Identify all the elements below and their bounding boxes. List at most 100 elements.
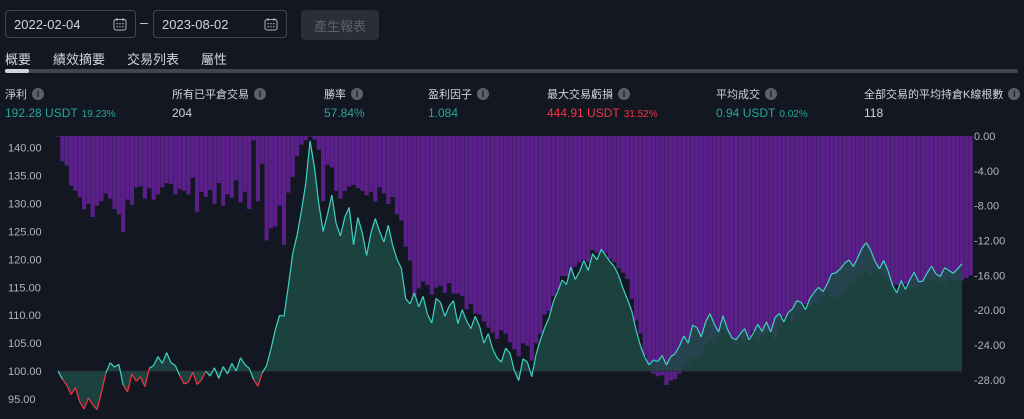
drawdown-bar xyxy=(281,136,287,245)
stat-label: 勝率 xyxy=(324,89,346,101)
drawdown-bar xyxy=(421,136,426,282)
drawdown-bar xyxy=(251,136,256,141)
drawdown-bar xyxy=(755,136,760,342)
drawdown-bar xyxy=(733,136,739,347)
drawdown-bar xyxy=(155,136,161,195)
drawdown-bar xyxy=(73,136,78,191)
drawdown-bar xyxy=(729,136,734,339)
drawdown-bar xyxy=(547,136,552,312)
drawdown-bar xyxy=(951,136,956,281)
drawdown-bar xyxy=(195,136,200,212)
drawdown-bar xyxy=(55,136,61,137)
info-icon[interactable]: i xyxy=(1008,88,1021,100)
drawdown-bar xyxy=(499,136,504,331)
stat-avg-bars-in-trade: 全部交易的平均持倉K線根數 i 118 xyxy=(864,86,1021,120)
drawdown-bar xyxy=(138,136,143,187)
drawdown-bar xyxy=(221,136,226,206)
drawdown-bar xyxy=(177,136,182,190)
drawdown-bar xyxy=(173,136,178,195)
calendar-icon[interactable] xyxy=(113,17,127,31)
drawdown-bar xyxy=(703,136,708,346)
stat-average-trade: 平均成交 i 0.94 USDT 0.02% xyxy=(716,86,808,120)
drawdown-bar xyxy=(481,136,486,322)
right-tick-label: 0.00 xyxy=(974,131,995,143)
info-icon[interactable]: i xyxy=(477,88,489,100)
drawdown-bar xyxy=(894,136,899,285)
info-icon[interactable]: i xyxy=(32,88,44,100)
drawdown-bar xyxy=(381,136,387,194)
right-tick-label: -8.00 xyxy=(974,201,999,213)
calendar-icon[interactable] xyxy=(264,17,278,31)
drawdown-bar xyxy=(112,136,117,210)
drawdown-bar xyxy=(260,136,265,164)
drawdown-bar xyxy=(916,136,921,287)
drawdown-bar xyxy=(394,136,400,215)
drawdown-bar xyxy=(351,136,356,185)
drawdown-bar xyxy=(707,136,712,340)
drawdown-bar xyxy=(555,136,560,291)
left-tick-label: 120.00 xyxy=(8,254,42,266)
drawdown-bar xyxy=(290,136,295,177)
stat-percent: 0.02% xyxy=(779,109,808,120)
drawdown-bar xyxy=(760,136,765,338)
stat-label: 所有已平倉交易 xyxy=(172,89,249,101)
drawdown-bar xyxy=(503,136,508,334)
drawdown-bar xyxy=(781,136,786,318)
drawdown-bar xyxy=(886,136,891,282)
drawdown-bar xyxy=(68,136,74,186)
end-date-field[interactable]: 2023-08-02 xyxy=(153,10,287,38)
drawdown-bar xyxy=(777,136,782,327)
stat-label: 盈利因子 xyxy=(428,89,472,101)
drawdown-bar xyxy=(603,136,608,253)
info-icon[interactable]: i xyxy=(618,88,630,100)
drawdown-bar xyxy=(786,136,791,317)
drawdown-bar xyxy=(355,136,360,189)
tab-scroll-track[interactable] xyxy=(5,69,1018,73)
drawdown-bar xyxy=(234,136,239,181)
drawdown-bar xyxy=(190,136,195,178)
drawdown-bar xyxy=(294,136,300,157)
tab-bar: 概要 績效摘要 交易列表 屬性 xyxy=(5,49,249,68)
drawdown-bar xyxy=(964,136,969,278)
left-tick-label: 125.00 xyxy=(8,226,42,238)
drawdown-bar xyxy=(720,136,726,331)
drawdown-bar xyxy=(451,136,456,294)
start-date-field[interactable]: 2022-02-04 xyxy=(5,10,136,38)
drawdown-bar xyxy=(942,136,947,284)
drawdown-bar xyxy=(516,136,521,357)
tab-properties[interactable]: 屬性 xyxy=(201,49,227,68)
stat-win-rate: 勝率 i 57.84% xyxy=(324,86,365,120)
drawdown-bar xyxy=(77,136,82,197)
info-icon[interactable]: i xyxy=(351,88,363,100)
drawdown-bar xyxy=(108,136,113,199)
drawdown-bar xyxy=(368,136,373,192)
equity-drawdown-chart[interactable]: 95.00 100.00 105.00 110.00 115.00 120.00 125.0… xyxy=(0,130,1024,419)
drawdown-bar xyxy=(425,136,430,285)
right-tick-label: -4.00 xyxy=(974,166,999,178)
drawdown-bar xyxy=(416,136,421,289)
info-icon[interactable]: i xyxy=(254,88,266,100)
left-axis: 95.00 100.00 105.00 110.00 115.00 120.00 125.0… xyxy=(8,143,42,406)
drawdown-bar xyxy=(542,136,547,315)
drawdown-bar xyxy=(507,136,513,343)
drawdown-bar xyxy=(168,136,174,184)
equity-line-segment xyxy=(918,280,923,283)
generate-report-button[interactable]: 產生報表 xyxy=(301,10,379,40)
drawdown-bar xyxy=(768,136,773,331)
drawdown-bar xyxy=(873,136,878,269)
drawdown-bar xyxy=(264,136,269,241)
drawdown-bar xyxy=(64,136,69,166)
tab-performance-summary[interactable]: 績效摘要 xyxy=(53,49,105,68)
drawdown-bar xyxy=(551,136,556,297)
drawdown-bar xyxy=(229,136,234,198)
drawdown-bar xyxy=(242,136,247,192)
stat-value: 444.91 USDT xyxy=(547,106,620,120)
stat-label: 全部交易的平均持倉K線根數 xyxy=(864,89,1004,101)
info-icon[interactable]: i xyxy=(765,88,777,100)
drawdown-bar xyxy=(238,136,243,203)
drawdown-bar xyxy=(316,136,321,150)
drawdown-bar xyxy=(86,136,91,204)
tab-trade-list[interactable]: 交易列表 xyxy=(127,49,179,68)
drawdown-bar xyxy=(186,136,191,195)
tab-overview[interactable]: 概要 xyxy=(5,49,31,68)
